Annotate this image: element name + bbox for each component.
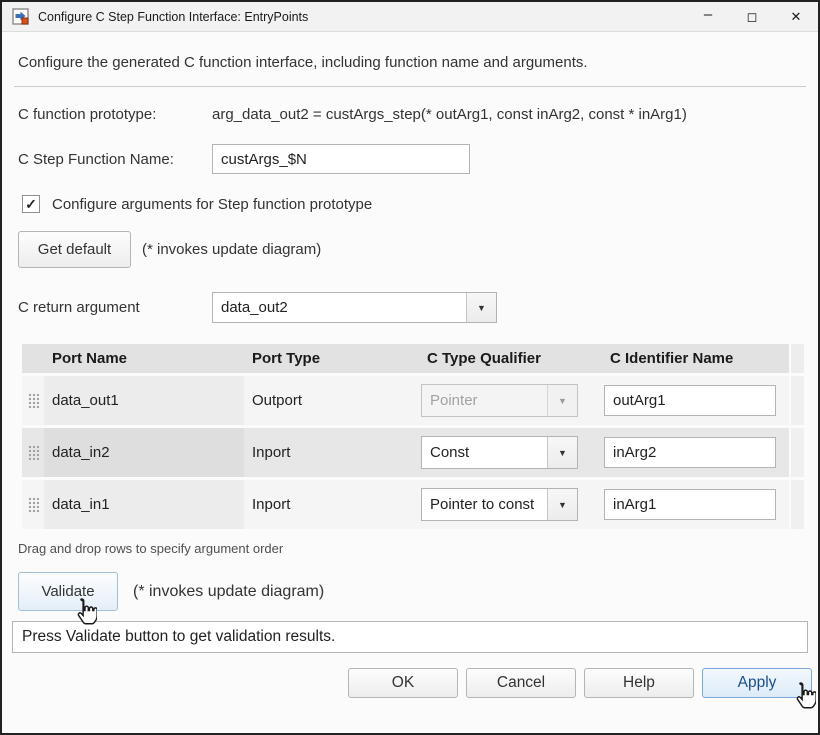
column-header-port-name: Port Name [44,344,244,373]
get-default-row: Get default (* invokes update diagram) [18,231,802,268]
port-name-cell: data_out1 [44,376,244,425]
c-identifier-cell [602,428,789,477]
table-scrollbar-track [789,428,804,477]
port-type-cell: Outport [244,376,419,425]
validate-note: (* invokes update diagram) [133,583,324,601]
configure-arguments-checkbox[interactable]: ✓ [22,195,40,213]
title-bar: Configure C Step Function Interface: Ent… [2,2,818,32]
port-type-cell: Inport [244,428,419,477]
footer-button-bar: OK Cancel Help Apply [18,668,812,698]
c-type-qualifier-cell: Pointer ▼ [419,376,602,425]
configure-arguments-row: ✓ Configure arguments for Step function … [18,195,802,213]
validate-button[interactable]: Validate [18,572,118,611]
drag-handle-cell[interactable] [22,376,44,425]
return-argument-dropdown[interactable]: data_out2 ▼ [212,292,497,323]
port-name-cell: data_in1 [44,480,244,529]
simulink-model-icon [12,8,30,26]
table-header-row: Port Name Port Type C Type Qualifier C I… [22,344,804,373]
table-scrollbar-track [789,344,804,373]
apply-button[interactable]: Apply [702,668,812,698]
port-name-cell: data_in2 [44,428,244,477]
maximize-button[interactable]: ◻ [730,2,774,31]
table-row: data_in2 Inport Const ▼ [22,428,804,477]
drag-handle-cell[interactable] [22,480,44,529]
c-type-qualifier-dropdown: Pointer ▼ [421,384,578,417]
chevron-down-icon: ▼ [547,385,577,416]
return-argument-label: C return argument [18,299,212,316]
close-button[interactable]: ✕ [774,2,818,31]
table-scrollbar-track [789,480,804,529]
validate-row: Validate (* invokes update diagram) [18,572,802,611]
arguments-table: Port Name Port Type C Type Qualifier C I… [22,344,804,529]
separator [14,86,806,87]
chevron-down-icon[interactable]: ▼ [547,437,577,468]
prototype-label: C function prototype: [18,106,212,123]
drag-handle-cell[interactable] [22,428,44,477]
step-function-name-row: C Step Function Name: [18,144,802,174]
ok-button[interactable]: OK [348,668,458,698]
column-header-c-identifier-name: C Identifier Name [602,344,789,373]
drag-handle-icon [28,445,39,460]
chevron-down-icon[interactable]: ▼ [466,293,496,322]
table-body: data_out1 Outport Pointer ▼ dat [22,376,804,529]
dialog-content: Configure the generated C function inter… [2,54,818,698]
return-argument-value: data_out2 [213,299,466,316]
cancel-button[interactable]: Cancel [466,668,576,698]
get-default-note: (* invokes update diagram) [142,241,321,258]
validation-status-box: Press Validate button to get validation … [12,621,808,653]
chevron-down-icon[interactable]: ▼ [547,489,577,520]
c-identifier-input[interactable] [604,489,776,520]
c-identifier-input[interactable] [604,437,776,468]
drag-handle-column-header [22,344,44,373]
table-row: data_out1 Outport Pointer ▼ [22,376,804,425]
dialog-window: { "window": { "title": "Configure C Step… [0,0,820,735]
get-default-button[interactable]: Get default [18,231,131,268]
prototype-row: C function prototype: arg_data_out2 = cu… [18,106,802,123]
dialog-description: Configure the generated C function inter… [18,54,802,71]
checkmark-icon: ✓ [25,197,37,211]
table-scrollbar-track [789,376,804,425]
step-function-name-label: C Step Function Name: [18,151,212,168]
window-title: Configure C Step Function Interface: Ent… [38,10,686,24]
return-argument-row: C return argument data_out2 ▼ [18,292,802,323]
column-header-c-type-qualifier: C Type Qualifier [419,344,602,373]
port-type-cell: Inport [244,480,419,529]
c-type-qualifier-cell: Pointer to const ▼ [419,480,602,529]
c-identifier-cell [602,376,789,425]
validation-status-text: Press Validate button to get validation … [22,628,335,646]
c-identifier-cell [602,480,789,529]
table-row: data_in1 Inport Pointer to const ▼ [22,480,804,529]
help-button[interactable]: Help [584,668,694,698]
column-header-port-type: Port Type [244,344,419,373]
c-type-qualifier-dropdown[interactable]: Const ▼ [421,436,578,469]
drag-handle-icon [28,393,39,408]
window-controls: – ◻ ✕ [686,2,818,31]
step-function-name-input[interactable] [212,144,470,174]
c-identifier-input[interactable] [604,385,776,416]
c-type-qualifier-cell: Const ▼ [419,428,602,477]
drag-handle-icon [28,497,39,512]
drag-drop-hint: Drag and drop rows to specify argument o… [18,541,802,556]
prototype-value: arg_data_out2 = custArgs_step(* outArg1,… [212,106,687,123]
c-type-qualifier-dropdown[interactable]: Pointer to const ▼ [421,488,578,521]
configure-arguments-label: Configure arguments for Step function pr… [52,196,372,213]
minimize-button[interactable]: – [686,2,730,31]
